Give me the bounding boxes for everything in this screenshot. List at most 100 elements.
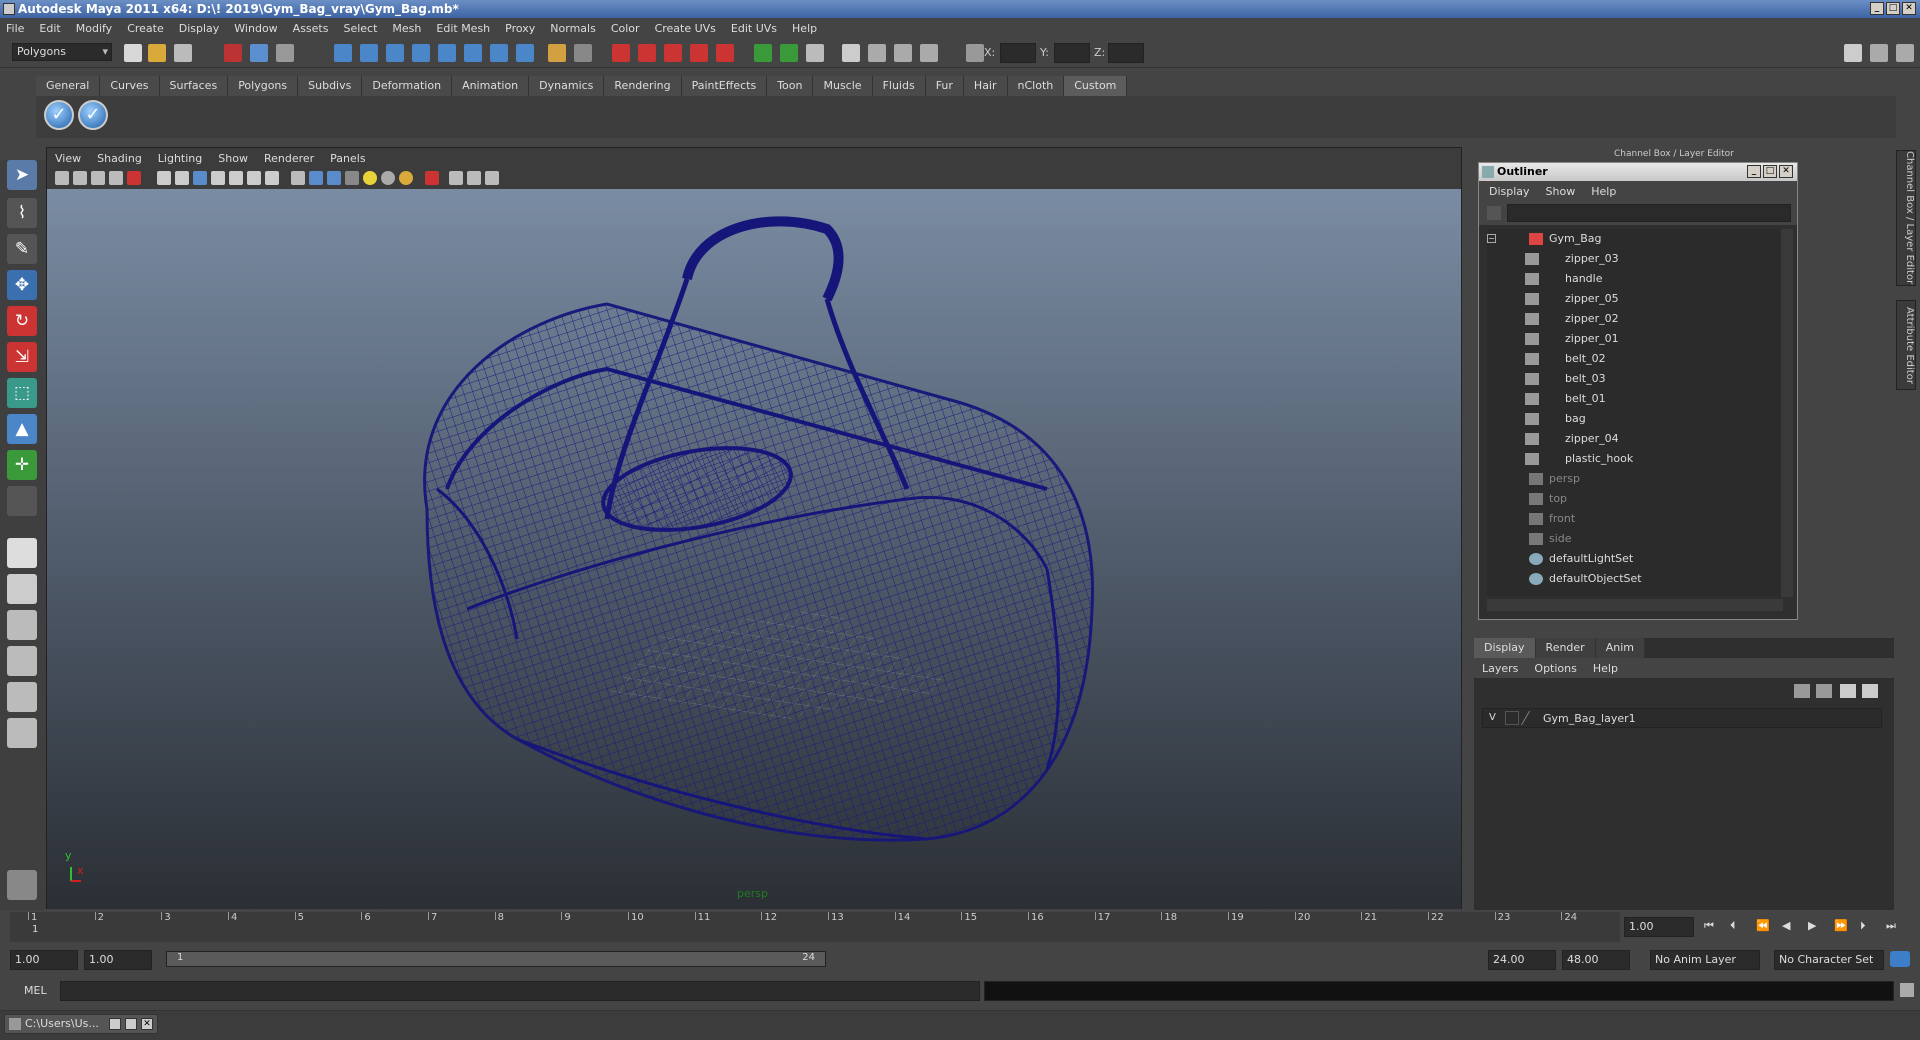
wireframe-on-shaded-icon[interactable] bbox=[327, 171, 341, 185]
2d-pan-zoom-icon[interactable] bbox=[127, 171, 141, 185]
list-item[interactable]: zipper_03 bbox=[1487, 249, 1767, 269]
construction-history-icon[interactable] bbox=[574, 44, 592, 62]
toggle-modeling-toolkit-icon[interactable] bbox=[920, 44, 938, 62]
isolate-select-icon[interactable] bbox=[425, 171, 439, 185]
move-layer-down-icon[interactable] bbox=[1816, 684, 1832, 698]
list-item[interactable]: handle bbox=[1487, 269, 1767, 289]
layer-menu-options[interactable]: Options bbox=[1534, 662, 1576, 675]
mel-label[interactable]: MEL bbox=[24, 984, 47, 997]
step-back-frame-icon[interactable]: ⏪ bbox=[1756, 919, 1770, 932]
show-tool-settings-icon[interactable] bbox=[1896, 44, 1914, 62]
layer-menu-layers[interactable]: Layers bbox=[1482, 662, 1518, 675]
outliner-horizontal-scrollbar[interactable] bbox=[1487, 599, 1783, 611]
viewport-menu-view[interactable]: View bbox=[55, 152, 81, 165]
list-item[interactable]: zipper_01 bbox=[1487, 329, 1767, 349]
soft-modification-icon[interactable]: ▲ bbox=[7, 414, 37, 444]
snap-plane-icon[interactable] bbox=[412, 44, 430, 62]
toggle-channel-box-icon[interactable] bbox=[842, 44, 860, 62]
snap-curve-icon[interactable] bbox=[360, 44, 378, 62]
panel-layout-icon[interactable] bbox=[806, 44, 824, 62]
select-component-icon[interactable] bbox=[276, 44, 294, 62]
list-item[interactable]: persp bbox=[1487, 469, 1767, 489]
step-back-key-icon[interactable]: ⏴ bbox=[1730, 919, 1736, 933]
list-item[interactable]: top bbox=[1487, 489, 1767, 509]
maximize-window-button[interactable] bbox=[125, 1018, 137, 1030]
snap-live-icon[interactable] bbox=[438, 44, 456, 62]
select-hierarchy-icon[interactable] bbox=[224, 44, 242, 62]
film-gate-icon[interactable] bbox=[175, 171, 189, 185]
shelf-tab-toon[interactable]: Toon bbox=[767, 76, 814, 96]
minimized-window[interactable]: C:\Users\Us... ✕ bbox=[4, 1014, 158, 1034]
menu-select[interactable]: Select bbox=[343, 22, 377, 35]
close-window-button[interactable]: ✕ bbox=[141, 1018, 153, 1030]
viewport-menu-shading[interactable]: Shading bbox=[97, 152, 142, 165]
menu-display[interactable]: Display bbox=[179, 22, 220, 35]
shelf-tab-fluids[interactable]: Fluids bbox=[872, 76, 926, 96]
layer-tab-anim[interactable]: Anim bbox=[1595, 638, 1645, 658]
camera-attributes-icon[interactable] bbox=[73, 171, 87, 185]
render-view-icon[interactable] bbox=[716, 44, 734, 62]
outliner-persp-layout-icon[interactable] bbox=[7, 610, 37, 640]
move-layer-up-icon[interactable] bbox=[1794, 684, 1810, 698]
ipr-render-icon[interactable] bbox=[638, 44, 656, 62]
list-item[interactable]: zipper_05 bbox=[1487, 289, 1767, 309]
new-scene-icon[interactable] bbox=[124, 44, 142, 62]
shelf-tab-rendering[interactable]: Rendering bbox=[604, 76, 682, 96]
new-layer-icon[interactable] bbox=[1840, 684, 1856, 698]
lock-icon[interactable] bbox=[548, 44, 566, 62]
graph-editor-layout-icon[interactable] bbox=[7, 646, 37, 676]
menu-edit[interactable]: Edit bbox=[39, 22, 60, 35]
close-button[interactable]: ✕ bbox=[1902, 2, 1916, 15]
outliner-menu-show[interactable]: Show bbox=[1546, 185, 1576, 198]
render-current-icon[interactable] bbox=[612, 44, 630, 62]
shelf-tab-muscle[interactable]: Muscle bbox=[813, 76, 873, 96]
single-perspective-layout-icon[interactable] bbox=[7, 538, 37, 568]
auto-key-icon[interactable] bbox=[1890, 951, 1910, 967]
play-backwards-icon[interactable]: ◀ bbox=[1782, 919, 1790, 932]
go-to-end-icon[interactable]: ⏭ bbox=[1886, 919, 1896, 933]
lasso-tool-icon[interactable]: ⌇ bbox=[7, 198, 37, 228]
save-scene-icon[interactable] bbox=[174, 44, 192, 62]
outliner-maximize-button[interactable]: □ bbox=[1763, 165, 1777, 178]
range-bar[interactable]: 1 24 bbox=[166, 951, 826, 967]
animation-start-field[interactable]: 1.00 bbox=[10, 950, 78, 970]
shelf-tab-surfaces[interactable]: Surfaces bbox=[159, 76, 229, 96]
animation-end-field[interactable]: 48.00 bbox=[1562, 950, 1630, 970]
shelf-tab-dynamics[interactable]: Dynamics bbox=[529, 76, 605, 96]
filter-icon[interactable] bbox=[1487, 206, 1501, 220]
shadows-icon[interactable] bbox=[399, 171, 413, 185]
grid-toggle-icon[interactable] bbox=[157, 171, 171, 185]
menu-normals[interactable]: Normals bbox=[550, 22, 596, 35]
table-row[interactable]: V Gym_Bag_layer1 bbox=[1482, 708, 1882, 728]
list-item[interactable]: side bbox=[1487, 529, 1767, 549]
channel-box-side-tab[interactable]: Channel Box / Layer Editor bbox=[1896, 150, 1916, 286]
universal-manipulator-icon[interactable]: ⬚ bbox=[7, 378, 37, 408]
select-object-icon[interactable] bbox=[250, 44, 268, 62]
menu-window[interactable]: Window bbox=[234, 22, 277, 35]
snap-view-icon[interactable] bbox=[464, 44, 482, 62]
menu-modify[interactable]: Modify bbox=[76, 22, 112, 35]
safe-action-icon[interactable] bbox=[247, 171, 261, 185]
four-view-layout-icon[interactable] bbox=[7, 574, 37, 604]
collapse-toggle-icon[interactable]: − bbox=[1487, 234, 1496, 243]
camera-select-icon[interactable] bbox=[55, 171, 69, 185]
menu-help[interactable]: Help bbox=[792, 22, 817, 35]
default-lighting-icon[interactable] bbox=[363, 171, 377, 185]
list-item[interactable]: zipper_04 bbox=[1487, 429, 1767, 449]
step-forward-key-icon[interactable]: ⏵ bbox=[1860, 919, 1866, 933]
layer-tab-display[interactable]: Display bbox=[1474, 638, 1536, 658]
mel-command-input[interactable] bbox=[60, 981, 980, 1001]
menu-proxy[interactable]: Proxy bbox=[505, 22, 535, 35]
shelf-tab-animation[interactable]: Animation bbox=[452, 76, 530, 96]
hypershade-layout-icon[interactable] bbox=[7, 682, 37, 712]
absolute-transform-icon[interactable] bbox=[966, 44, 984, 62]
select-tool-arrow-icon[interactable]: ➤ bbox=[7, 160, 37, 190]
script-editor-icon[interactable] bbox=[1900, 983, 1914, 997]
paint-select-tool-icon[interactable]: ✎ bbox=[7, 234, 37, 264]
x-coordinate-input[interactable] bbox=[1000, 43, 1036, 63]
outliner-close-button[interactable]: ✕ bbox=[1779, 165, 1793, 178]
shelf-tab-hair[interactable]: Hair bbox=[963, 76, 1008, 96]
xray-joints-icon[interactable] bbox=[467, 171, 481, 185]
shelf-tab-subdivs[interactable]: Subdivs bbox=[298, 76, 363, 96]
show-attribute-editor-icon[interactable] bbox=[1870, 44, 1888, 62]
